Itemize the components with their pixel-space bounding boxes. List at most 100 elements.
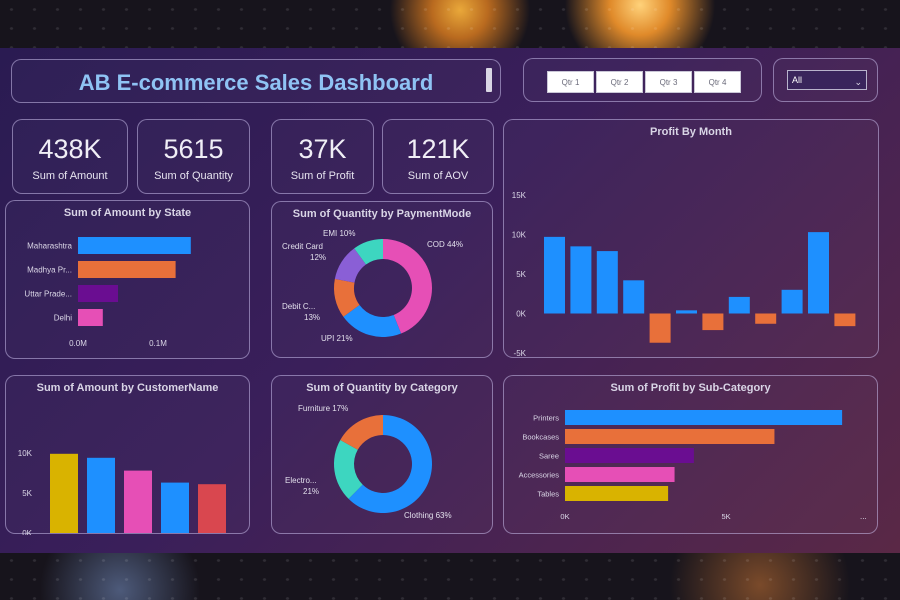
y-tick-label: 0K bbox=[22, 529, 32, 535]
slice-label-credit-pct: 12% bbox=[310, 253, 327, 262]
chart-amount-by-state[interactable]: Sum of Amount by State Maharashtra Madhya… bbox=[5, 200, 250, 359]
bar bbox=[676, 310, 697, 314]
category-label: Printers bbox=[533, 414, 559, 423]
kpi-label: Sum of Profit bbox=[290, 170, 355, 182]
more-options-icon[interactable]: ... bbox=[860, 512, 867, 521]
slice-label-credit: Credit Card bbox=[282, 242, 323, 251]
slice-label-electro: Electro... bbox=[285, 476, 317, 485]
bar bbox=[596, 251, 618, 314]
kpi-label: Sum of AOV bbox=[407, 170, 469, 182]
bar bbox=[728, 296, 750, 314]
kpi-value: 121K bbox=[406, 134, 470, 164]
bar bbox=[565, 429, 775, 444]
paymentmode-donut-svg bbox=[334, 239, 432, 337]
category-label: Saree bbox=[539, 452, 559, 461]
chart-qty-by-category[interactable]: Sum of Quantity by Category Clothing 63%… bbox=[271, 375, 493, 534]
category-label: Bookcases bbox=[522, 433, 559, 442]
filter-value: All bbox=[792, 75, 803, 85]
chart-qty-by-paymentmode[interactable]: Sum of Quantity by PaymentMode COD 44% U… bbox=[271, 201, 493, 358]
bar bbox=[78, 309, 103, 326]
y-tick-label: 0K bbox=[516, 310, 526, 319]
bar bbox=[702, 313, 724, 331]
profit-by-subcategory-svg: Printers Bookcases Saree Accessories Tables 0… bbox=[519, 410, 843, 521]
y-tick-label: -5K bbox=[514, 349, 527, 358]
quarter-slicer: Qtr 1 Qtr 2 Qtr 3 Qtr 4 bbox=[523, 58, 762, 102]
bar bbox=[78, 285, 118, 302]
category-label: December bbox=[816, 358, 850, 359]
kpi-card-amount: 438K Sum of Amount bbox=[12, 119, 128, 194]
x-tick-label: 5K bbox=[722, 512, 731, 521]
category-label: October bbox=[770, 358, 798, 359]
filter-dropdown[interactable]: All ⌄ bbox=[787, 70, 867, 90]
x-tick-label: 0.0M bbox=[69, 339, 87, 348]
slice-label-emi: EMI 10% bbox=[323, 229, 356, 238]
chart-profit-by-month[interactable]: Profit By Month 15K10K5K0K-5KJanuaryFebr… bbox=[503, 119, 879, 359]
bar bbox=[565, 467, 675, 482]
qtr-2-button[interactable]: Qtr 2 bbox=[596, 71, 643, 93]
category-label: August bbox=[720, 358, 745, 359]
page-title: AB E-commerce Sales Dashboard bbox=[78, 70, 434, 95]
category-label: Delhi bbox=[54, 314, 72, 323]
category-label: Maharashtra bbox=[27, 242, 72, 251]
bar bbox=[781, 289, 803, 314]
bar bbox=[649, 313, 671, 343]
filter-card: All ⌄ bbox=[773, 58, 878, 102]
title-card: AB E-commerce Sales Dashboard bbox=[11, 59, 501, 103]
scroll-handle[interactable] bbox=[486, 68, 492, 92]
category-label: Accessories bbox=[519, 471, 560, 480]
slice-label-clothing: Clothing 63% bbox=[404, 511, 452, 520]
category-label: Uttar Prade... bbox=[24, 290, 72, 299]
kpi-label: Sum of Amount bbox=[32, 170, 108, 182]
bar bbox=[834, 313, 856, 327]
kpi-value: 5615 bbox=[163, 134, 224, 164]
bar bbox=[78, 237, 191, 254]
kpi-card-quantity: 5615 Sum of Quantity bbox=[137, 119, 250, 194]
qtr-3-button[interactable]: Qtr 3 bbox=[645, 71, 692, 93]
y-tick-label: 10K bbox=[512, 231, 527, 240]
chart-profit-by-subcategory[interactable]: Sum of Profit by Sub-Category Printers Bo… bbox=[503, 375, 878, 534]
y-tick-label: 15K bbox=[512, 191, 527, 200]
bar bbox=[565, 486, 669, 501]
kpi-value: 438K bbox=[38, 134, 102, 164]
kpi-card-profit: 37K Sum of Profit bbox=[271, 119, 374, 194]
bar bbox=[565, 448, 694, 463]
x-tick-label: 0.1M bbox=[149, 339, 167, 348]
profit-by-month-svg: 15K10K5K0K-5KJanuaryFebruaryMarchAprilMa… bbox=[512, 191, 856, 359]
category-label: September bbox=[735, 358, 771, 359]
amount-by-state-svg: Maharashtra Madhya Pr... Uttar Prade... Del… bbox=[24, 237, 191, 348]
y-tick-label: 5K bbox=[22, 489, 32, 498]
slice-label-debit: Debit C... bbox=[282, 302, 316, 311]
slice-label-upi: UPI 21% bbox=[321, 334, 353, 343]
category-label: June bbox=[673, 358, 692, 359]
category-label: Tables bbox=[537, 490, 559, 499]
x-tick-label: 0K bbox=[560, 512, 569, 521]
bar bbox=[623, 280, 645, 314]
bar bbox=[808, 232, 829, 314]
bar bbox=[87, 457, 115, 533]
bar bbox=[570, 246, 592, 314]
bar bbox=[161, 482, 189, 533]
kpi-card-aov: 121K Sum of AOV bbox=[382, 119, 494, 194]
slice-label-cod: COD 44% bbox=[427, 240, 464, 249]
kpi-value: 37K bbox=[298, 134, 347, 164]
slice-label-furniture: Furniture 17% bbox=[298, 404, 349, 413]
bar bbox=[124, 470, 152, 533]
bar bbox=[50, 453, 78, 533]
bar bbox=[755, 313, 777, 324]
slice-label-electro-pct: 21% bbox=[303, 487, 320, 496]
category-label: Madhya Pr... bbox=[27, 266, 72, 275]
slice-label-debit-pct: 13% bbox=[304, 313, 321, 322]
dashboard-canvas: AB E-commerce Sales Dashboard Qtr 1 Qtr … bbox=[0, 48, 900, 553]
qtr-4-button[interactable]: Qtr 4 bbox=[694, 71, 741, 93]
y-tick-label: 5K bbox=[516, 270, 526, 279]
bar bbox=[198, 484, 226, 533]
chart-amount-by-customer[interactable]: Sum of Amount by CustomerName 10K5K0KHar… bbox=[5, 375, 250, 535]
y-tick-label: 10K bbox=[18, 449, 33, 458]
chevron-down-icon: ⌄ bbox=[854, 77, 862, 87]
bar bbox=[544, 236, 565, 314]
qtr-1-button[interactable]: Qtr 1 bbox=[547, 71, 594, 93]
bar bbox=[565, 410, 843, 425]
kpi-label: Sum of Quantity bbox=[154, 170, 233, 182]
category-label: November bbox=[790, 358, 824, 359]
bar bbox=[78, 261, 176, 278]
